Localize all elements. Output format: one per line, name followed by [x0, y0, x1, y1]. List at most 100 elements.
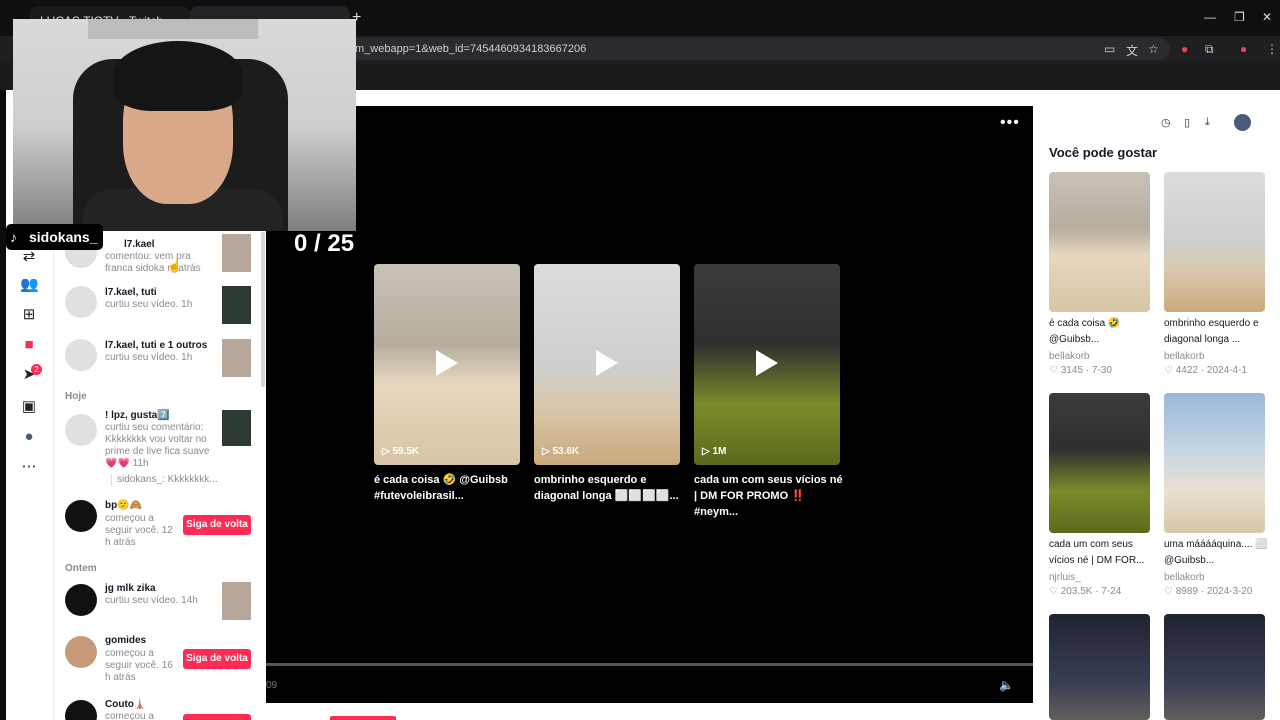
- activity-icon[interactable]: ■: [20, 336, 38, 354]
- close-icon[interactable]: ✕: [1262, 10, 1272, 24]
- related-video-title[interactable]: cada um com seus vícios né | DM FOR PROM…: [694, 472, 844, 520]
- follow-back-button[interactable]: Siga de volta: [183, 649, 251, 669]
- video-thumbnail: [1049, 614, 1150, 720]
- video-thumbnail[interactable]: [222, 234, 251, 272]
- suggestion-title[interactable]: cada um com seus vícios né | DM FOR...: [1049, 537, 1154, 569]
- like-count: 203.5K: [1060, 586, 1093, 597]
- video-progress-bar[interactable]: [266, 663, 1033, 666]
- bookmark-star-icon[interactable]: ☆: [1148, 42, 1159, 56]
- following-icon[interactable]: ⇄: [20, 248, 38, 266]
- messages-badge: 2: [31, 364, 42, 375]
- suggestion-card[interactable]: [1164, 614, 1265, 720]
- wall-frame: [88, 19, 258, 39]
- related-video-title[interactable]: ombrinho esquerdo e diagonal longa ⬜⬜⬜⬜.…: [534, 472, 684, 504]
- notification-text: curtiu seu comentário: Kkkkkkkk vou volt…: [105, 422, 210, 469]
- suggestion-author[interactable]: njrluis_: [1049, 572, 1081, 583]
- notifications-panel: l7.kael comentou: vem pra franca sidoka …: [53, 230, 266, 720]
- like-count: 4422: [1175, 365, 1198, 376]
- video-thumbnail[interactable]: [222, 286, 251, 324]
- notification-name: l7.kael, tuti e 1 outros: [105, 340, 208, 351]
- profile-icon[interactable]: ●: [20, 428, 38, 446]
- post-date: 2024-3-20: [1206, 586, 1253, 597]
- view-count: ▷ 59.5K: [382, 446, 420, 457]
- notification-text: curtiu seu vídeo. 1h: [105, 299, 193, 310]
- follow-back-button[interactable]: Siga de volta: [183, 515, 251, 535]
- video-thumbnail[interactable]: [222, 410, 251, 446]
- notification-name: gomides: [105, 635, 147, 646]
- suggestion-card[interactable]: [1049, 172, 1150, 312]
- upload-icon[interactable]: ⊞: [20, 306, 38, 324]
- suggestion-author[interactable]: bellakorb: [1164, 351, 1205, 362]
- extensions-puzzle-icon[interactable]: ⧉: [1205, 42, 1214, 57]
- section-yesterday: Ontem: [65, 563, 97, 574]
- volume-icon[interactable]: 🔈: [999, 678, 1014, 692]
- video-thumbnail: [1049, 393, 1150, 533]
- view-count: ▷ 53.6K: [542, 446, 580, 457]
- phone-icon[interactable]: ▯: [1184, 116, 1190, 129]
- related-video-card[interactable]: ▷ 53.6K: [534, 264, 680, 465]
- suggestion-title[interactable]: ombrinho esquerdo e diagonal longa ...: [1164, 316, 1269, 348]
- notification-name: bp😕🙈: [105, 500, 143, 511]
- avatar: [65, 584, 97, 616]
- avatar: [65, 500, 97, 532]
- video-thumbnail: [1049, 172, 1150, 312]
- avatar: [65, 414, 97, 446]
- reply-snippet: sidokans_: Kkkkkkkk...: [111, 474, 221, 486]
- notification-name: ! lpz, gusta7️⃣: [105, 410, 170, 421]
- mouse-pointer-icon: ☝: [167, 259, 182, 273]
- related-video-card[interactable]: ▷ 1M: [694, 264, 840, 465]
- post-date: 7-30: [1091, 365, 1112, 376]
- more-options-icon[interactable]: •••: [1000, 114, 1020, 132]
- play-icon: [436, 350, 458, 376]
- screen: LUCAS TIOTV - Twitch + — ❐ ✕ m_webapp=1&…: [0, 0, 1280, 720]
- notification-name: jg mlk zika: [105, 583, 156, 594]
- suggestion-card[interactable]: [1164, 393, 1265, 533]
- suggestion-card[interactable]: [1049, 393, 1150, 533]
- video-thumbnail[interactable]: [222, 339, 251, 377]
- clock-icon[interactable]: ◷: [1161, 116, 1171, 129]
- url-text: m_webapp=1&web_id=7454460934183667206: [355, 43, 587, 55]
- friends-icon[interactable]: 👥: [20, 276, 39, 294]
- profile-avatar-icon[interactable]: ●: [1240, 42, 1247, 56]
- streamer-hair: [113, 41, 243, 111]
- suggestion-stats: ♡ 4422 · 2024-4-1: [1164, 365, 1247, 376]
- left-rail: ⇄ 👥 ⊞ ■ ➤ ▣ ● ⋯: [6, 230, 53, 720]
- account-avatar[interactable]: [1234, 114, 1251, 131]
- related-video-title[interactable]: é cada coisa 🤣 @Guibsb #futevoleibrasil.…: [374, 472, 524, 504]
- minimize-icon[interactable]: —: [1204, 10, 1216, 24]
- playlist-counter: 0 / 25: [294, 230, 355, 257]
- browser-menu-icon[interactable]: ⋮: [1266, 42, 1278, 56]
- view-count-value: 53.6K: [552, 446, 580, 457]
- view-count-value: 59.5K: [392, 446, 420, 457]
- live-icon[interactable]: ▣: [20, 398, 38, 416]
- post-date: 7-24: [1101, 586, 1122, 597]
- related-video-card[interactable]: ▷ 59.5K: [374, 264, 520, 465]
- notification-text: começou a: [105, 711, 154, 720]
- cast-icon[interactable]: ▭: [1104, 42, 1115, 56]
- notification-text: começou a seguir você. 12 h atrás: [105, 513, 173, 548]
- follow-back-button-partial[interactable]: [183, 714, 251, 720]
- like-count: 3145: [1060, 365, 1083, 376]
- suggestion-title[interactable]: uma mááááquina.... ⬜ @Guibsb...: [1164, 537, 1269, 569]
- suggestion-author[interactable]: bellakorb: [1049, 351, 1090, 362]
- suggestion-author[interactable]: bellakorb: [1164, 572, 1205, 583]
- extension-red-icon[interactable]: ●: [1181, 42, 1188, 56]
- pink-button-partial[interactable]: [330, 716, 396, 720]
- suggestion-card[interactable]: [1164, 172, 1265, 312]
- video-thumbnail: [1164, 172, 1265, 312]
- translate-icon[interactable]: 文: [1126, 42, 1138, 59]
- notification-name: l7.kael, tuti: [105, 287, 157, 298]
- suggestion-title[interactable]: é cada coisa 🤣 @Guibsb...: [1049, 316, 1154, 348]
- streamer-handle: ♪ sidokans_: [6, 224, 104, 250]
- restore-icon[interactable]: ❐: [1234, 10, 1245, 24]
- avatar: [65, 700, 97, 720]
- notification-name: Couto🗼: [105, 699, 147, 710]
- more-icon[interactable]: ⋯: [20, 458, 38, 476]
- suggestion-stats: ♡ 3145 · 7-30: [1049, 365, 1112, 376]
- suggestion-card[interactable]: [1049, 614, 1150, 720]
- notifications-scrollbar[interactable]: [261, 232, 265, 387]
- avatar: [65, 339, 97, 371]
- video-thumbnail[interactable]: [222, 582, 251, 620]
- webcam-overlay: [13, 19, 356, 231]
- download-icon[interactable]: ⤓: [1205, 116, 1210, 129]
